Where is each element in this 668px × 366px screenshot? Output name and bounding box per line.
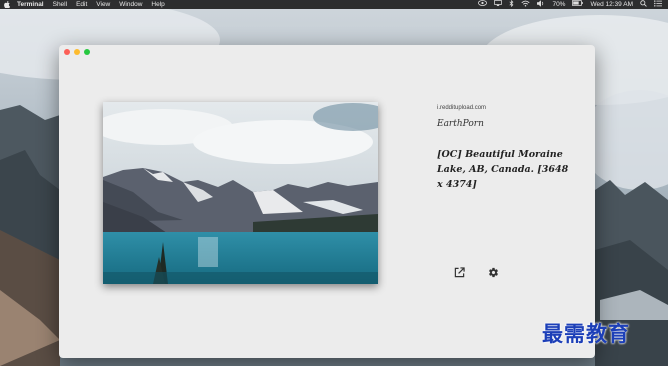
battery-icon[interactable] bbox=[572, 0, 584, 9]
battery-percent[interactable]: 70% bbox=[552, 0, 565, 9]
menu-window[interactable]: Window bbox=[119, 0, 142, 9]
spotlight-search-icon[interactable] bbox=[640, 0, 647, 10]
screen-mirror-icon[interactable] bbox=[494, 0, 503, 9]
volume-icon[interactable] bbox=[537, 0, 545, 10]
post-title[interactable]: [OC] Beautiful Moraine Lake, AB, Canada.… bbox=[437, 147, 577, 192]
wifi-icon[interactable] bbox=[521, 0, 531, 10]
app-window: i.redditupload.com EarthPorn [OC] Beauti… bbox=[59, 45, 595, 358]
menu-app-name[interactable]: Terminal bbox=[17, 0, 44, 9]
window-close-button[interactable] bbox=[64, 49, 70, 55]
menu-help[interactable]: Help bbox=[151, 0, 164, 9]
eye-icon[interactable] bbox=[478, 0, 488, 9]
notification-center-icon[interactable] bbox=[654, 0, 662, 10]
open-external-icon bbox=[454, 265, 465, 283]
window-maximize-button[interactable] bbox=[84, 49, 90, 55]
post-domain[interactable]: i.redditupload.com bbox=[437, 105, 486, 111]
gear-icon bbox=[488, 265, 499, 283]
menu-clock[interactable]: Wed 12:39 AM bbox=[590, 0, 633, 9]
menu-shell[interactable]: Shell bbox=[53, 0, 67, 9]
apple-menu-icon[interactable] bbox=[4, 0, 10, 9]
menu-edit[interactable]: Edit bbox=[76, 0, 87, 9]
watermark-text: 最需教育 bbox=[542, 321, 630, 346]
menu-bar: Terminal Shell Edit View Window Help 70%… bbox=[0, 0, 668, 9]
open-in-browser-button[interactable] bbox=[452, 267, 466, 281]
menu-view[interactable]: View bbox=[96, 0, 110, 9]
settings-button[interactable] bbox=[486, 267, 500, 281]
post-image bbox=[103, 102, 378, 284]
bluetooth-icon[interactable] bbox=[509, 0, 514, 10]
window-minimize-button[interactable] bbox=[74, 49, 80, 55]
post-subreddit[interactable]: EarthPorn bbox=[437, 119, 484, 129]
